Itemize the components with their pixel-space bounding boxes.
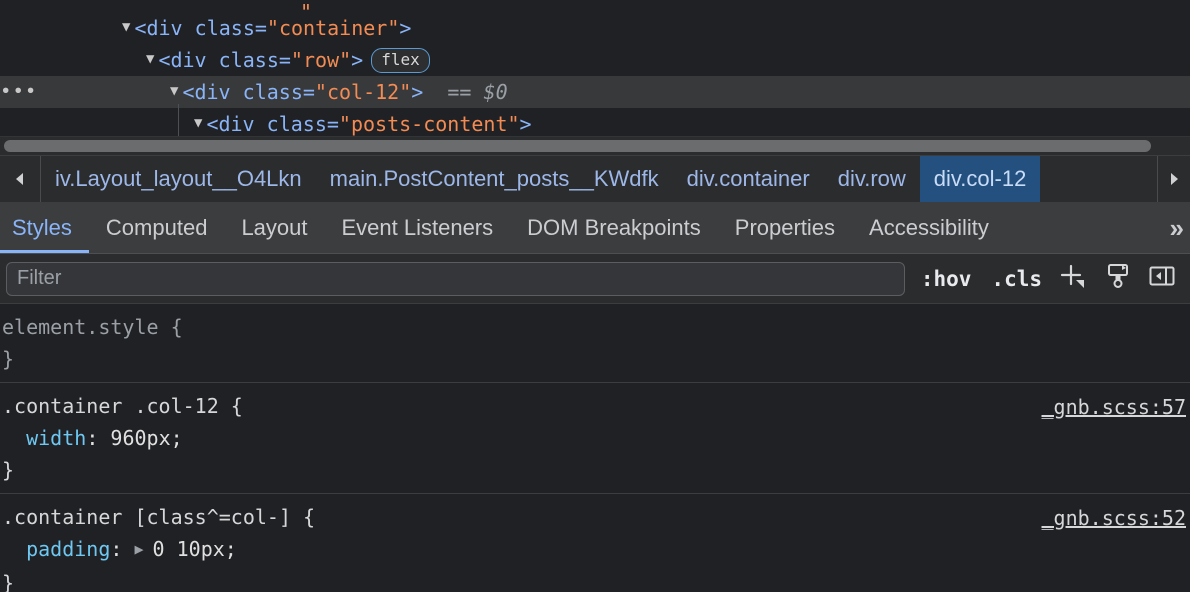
dom-tree-tag-close: >: [519, 112, 532, 136]
tab-event-listeners[interactable]: Event Listeners: [325, 203, 511, 253]
hov-button[interactable]: :hov: [911, 267, 982, 291]
rule-open-brace: {: [218, 394, 243, 418]
dom-tree-tag-open: <div: [158, 48, 219, 72]
rule-close-brace: }: [2, 347, 15, 371]
rule-declaration[interactable]: width: 960px;: [0, 422, 1190, 454]
tab-styles[interactable]: Styles: [0, 203, 89, 253]
dom-tree[interactable]: " ▼ <div class = "container" > ▼ <div class…: [0, 0, 1190, 136]
disclosure-triangle-icon[interactable]: ▼: [146, 43, 154, 75]
rule-close-line: }: [0, 454, 1190, 486]
chevron-left-icon: [13, 171, 27, 187]
tab-computed[interactable]: Computed: [89, 203, 225, 253]
tab-accessibility[interactable]: Accessibility: [852, 203, 1006, 253]
dom-tree-row-row[interactable]: ▼ <div class = "row" > flex: [0, 44, 1190, 76]
dom-tree-attr-name: class: [266, 112, 327, 136]
declaration-value[interactable]: 0 10px;: [153, 537, 237, 561]
scrollbar-thumb[interactable]: [4, 140, 1151, 152]
style-rule-container-col-12[interactable]: _gnb.scss:57 .container .col-12 { width:…: [0, 383, 1190, 494]
disclosure-triangle-icon[interactable]: ▼: [194, 107, 202, 136]
dom-tree-attr-value: "container": [266, 16, 400, 40]
dom-tree-attr-eq: =: [278, 48, 291, 72]
rule-source-link[interactable]: _gnb.scss:57: [1042, 391, 1187, 423]
flex-badge[interactable]: flex: [371, 47, 430, 73]
rule-selector[interactable]: .container .col-12: [2, 394, 219, 418]
dom-tree-tag-close: >: [399, 16, 412, 40]
breadcrumb-item-layout[interactable]: iv.Layout_layout__O4Lkn: [41, 156, 316, 202]
shorthand-expand-arrow-icon[interactable]: ▶: [134, 533, 152, 565]
dom-tree-attr-name: class: [218, 48, 279, 72]
dom-tree-tag-close: >: [351, 48, 364, 72]
dom-tree-tag-open: <div: [182, 80, 243, 104]
tab-properties[interactable]: Properties: [718, 203, 852, 253]
dom-tree-attr-eq: =: [302, 80, 315, 104]
tab-overflow-button[interactable]: »: [1170, 203, 1190, 253]
indent-guide: [178, 104, 179, 136]
paintbrush-icon: [1104, 262, 1132, 295]
dom-tree-attr-eq: =: [254, 16, 267, 40]
dom-tree-attr-value: "row": [290, 48, 352, 72]
declaration-property-name[interactable]: width: [26, 426, 86, 450]
filter-input[interactable]: [6, 261, 905, 296]
dom-tree-attr-name: class: [242, 80, 303, 104]
rule-close-brace: }: [2, 571, 15, 592]
rule-selector-line: .container [class^=col-] {: [0, 501, 1190, 533]
dom-tree-attr-value: "posts-content": [338, 112, 520, 136]
declaration-value[interactable]: 960px;: [110, 426, 182, 450]
dom-tree-console-var: [471, 76, 483, 108]
breadcrumb-item-postcontent[interactable]: main.PostContent_posts__KWdfk: [316, 156, 673, 202]
breadcrumb[interactable]: iv.Layout_layout__O4Lkn main.PostContent…: [0, 155, 1190, 203]
rule-open-brace: {: [158, 315, 183, 339]
breadcrumb-items: iv.Layout_layout__O4Lkn main.PostContent…: [41, 156, 1157, 202]
rule-selector[interactable]: element.style: [2, 315, 159, 339]
rule-source-link[interactable]: _gnb.scss:52: [1042, 502, 1187, 534]
declaration-colon: :: [110, 537, 135, 561]
dom-tree-attr-value: "col-12": [314, 80, 412, 104]
panel-toggle-icon: [1147, 262, 1177, 295]
dom-tree-dollar-zero: $0: [483, 80, 508, 104]
tab-dom-breakpoints[interactable]: DOM Breakpoints: [510, 203, 718, 253]
element-classes-styles-button[interactable]: [1096, 260, 1140, 298]
new-style-rule-button[interactable]: [1052, 260, 1096, 298]
style-rule-container-class-col[interactable]: _gnb.scss:52 .container [class^=col-] { …: [0, 494, 1190, 592]
styles-toolbar: :hov .cls: [0, 254, 1190, 304]
disclosure-triangle-icon[interactable]: ▼: [170, 75, 178, 107]
dom-tree-row-clipped[interactable]: ": [0, 0, 1190, 12]
dom-tree-attr-eq: =: [326, 112, 339, 136]
plus-with-dropdown-icon: [1059, 262, 1089, 295]
rule-close-line: }: [0, 343, 1190, 375]
breadcrumb-scroll-left-button[interactable]: [0, 156, 41, 202]
dom-tree-tag-close: >: [411, 80, 424, 104]
rule-selector[interactable]: .container [class^=col-]: [2, 505, 291, 529]
dom-tree-row-container[interactable]: ▼ <div class = "container" >: [0, 12, 1190, 44]
rule-selector-line: element.style {: [0, 311, 1190, 343]
chevron-right-icon: [1167, 171, 1181, 187]
rule-declaration[interactable]: padding: ▶ 0 10px;: [0, 533, 1190, 567]
dom-tree-eqeq: ==: [447, 80, 472, 104]
node-ellipsis-badge[interactable]: •••: [0, 82, 37, 102]
devtools-elements-panel: " ▼ <div class = "container" > ▼ <div class…: [0, 0, 1190, 592]
dom-tree-attr-name: class: [194, 16, 255, 40]
dom-tree-console-eq: [423, 76, 447, 108]
cls-button[interactable]: .cls: [981, 267, 1052, 291]
rule-close-line: }: [0, 567, 1190, 592]
breadcrumb-item-row[interactable]: div.row: [824, 156, 920, 202]
rule-selector-line: .container .col-12 {: [0, 390, 1190, 422]
breadcrumb-scroll-right-button[interactable]: [1157, 156, 1190, 202]
rule-close-brace: }: [2, 458, 15, 482]
declaration-colon: :: [86, 426, 111, 450]
dom-tree-tag-open: <div: [206, 112, 267, 136]
breadcrumb-item-container[interactable]: div.container: [673, 156, 824, 202]
tab-layout[interactable]: Layout: [224, 203, 324, 253]
style-rule-element-style[interactable]: element.style { }: [0, 304, 1190, 383]
declaration-property-name[interactable]: padding: [26, 537, 110, 561]
dom-tree-horizontal-scrollbar[interactable]: [0, 136, 1190, 155]
sidebar-tabbar[interactable]: Styles Computed Layout Event Listeners D…: [0, 203, 1190, 254]
styles-rules-pane: element.style { } _gnb.scss:57 .containe…: [0, 304, 1190, 592]
breadcrumb-item-col-12[interactable]: div.col-12: [919, 156, 1041, 202]
toggle-sidebar-button[interactable]: [1140, 260, 1184, 298]
dom-tree-tag-open: <div: [134, 16, 195, 40]
disclosure-triangle-icon[interactable]: ▼: [122, 11, 130, 43]
rule-open-brace: {: [290, 505, 316, 529]
